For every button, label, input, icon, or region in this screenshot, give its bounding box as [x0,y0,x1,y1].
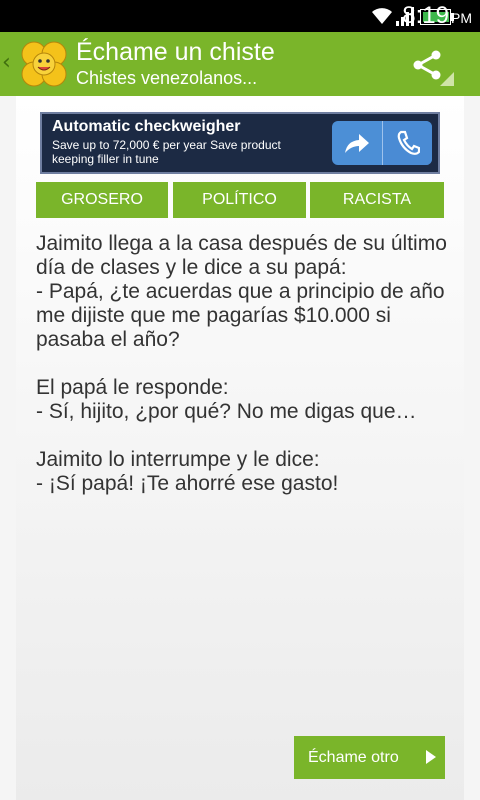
category-tabs: GROSERO POLÍTICO RACISTA [36,182,444,218]
overflow-indicator-icon [440,72,454,86]
ad-banner[interactable]: Automatic checkweigher Save up to 72,000… [40,112,440,174]
app-title: Échame un chiste [76,38,275,66]
clock: 8:19 PM [402,4,472,30]
play-arrow-icon [426,750,436,764]
app-logo-icon[interactable] [16,40,72,88]
share-icon[interactable] [412,50,442,80]
tab-grosero[interactable]: GROSERO [36,182,168,218]
ad-actions [332,121,432,165]
status-bar: 8:19 PM [0,0,480,32]
next-joke-label: Échame otro [308,749,399,766]
clock-ampm: PM [451,10,472,26]
tab-racista[interactable]: RACISTA [310,182,444,218]
ad-call-button[interactable] [382,121,432,165]
action-bar: ‹ Échame un chiste Chistes venezolanos..… [0,32,480,96]
ad-title[interactable]: Automatic checkweigher [52,118,241,136]
app-subtitle: Chistes venezolanos... [76,68,258,88]
next-joke-button[interactable]: Échame otro [294,736,445,779]
ad-forward-button[interactable] [332,121,382,165]
clock-time: 8:19 [402,2,449,29]
phone-icon [397,130,420,155]
joke-text: Jaimito llega a la casa después de su úl… [36,232,447,495]
ad-text[interactable]: Save up to 72,000 € per year Save produc… [52,138,322,166]
tab-politico[interactable]: POLÍTICO [173,182,306,218]
wifi-icon [372,8,392,24]
back-icon[interactable]: ‹ [2,50,11,75]
forward-arrow-icon [345,134,369,153]
